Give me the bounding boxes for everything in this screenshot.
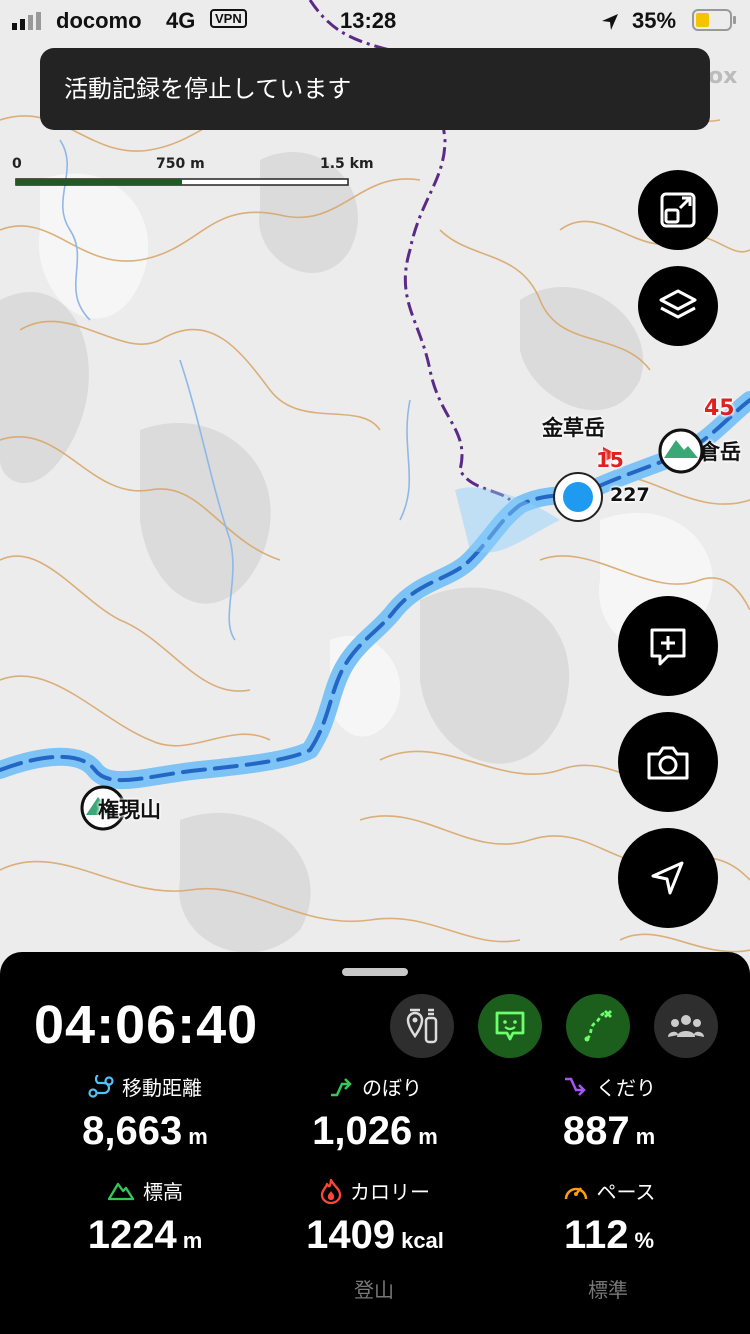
vpn-badge: VPN: [210, 9, 247, 28]
stat-calories: カロリー 1409 kcal: [250, 1176, 500, 1258]
camera-icon: [647, 746, 689, 780]
stat-unit: m: [188, 1124, 208, 1149]
stat-pace: ペース 112%: [484, 1176, 734, 1258]
stat-elevation: 標高 1224 m: [20, 1176, 270, 1258]
status-bar: docomo 4G VPN 13:28 35%: [0, 0, 750, 40]
stat-value: 887: [562, 1109, 630, 1153]
elapsed-time: 04:06:40: [34, 995, 259, 1055]
peak-label-gongenyama[interactable]: 権現山: [98, 794, 161, 824]
message-button[interactable]: [478, 994, 542, 1058]
activity-panel: 04:06:40 移動距離 8,663 m のぼり 1,026 m くだり 88…: [0, 952, 750, 1334]
add-note-button[interactable]: [618, 596, 718, 696]
stat-label: 標高: [143, 1180, 183, 1204]
stat-label: 移動距離: [122, 1076, 202, 1100]
group-button[interactable]: [654, 994, 718, 1058]
navigate-icon: [651, 861, 684, 895]
drag-handle[interactable]: [342, 968, 408, 976]
activity-stopping-toast: 活動記録を停止しています: [40, 48, 710, 130]
expand-icon: [660, 192, 696, 228]
distance-icon: [88, 1074, 114, 1098]
carrier-name: docomo: [56, 8, 142, 33]
stat-label: くだり: [596, 1076, 656, 1100]
current-location-icon: [553, 472, 603, 522]
stat-unit: m: [418, 1124, 438, 1149]
mountain-peak-icon[interactable]: [658, 428, 704, 474]
camera-button[interactable]: [618, 712, 718, 812]
stat-ascent: のぼり 1,026 m: [250, 1072, 500, 1154]
pace-icon: [564, 1186, 587, 1199]
battery-icon: [692, 9, 736, 31]
stat-unit: m: [635, 1124, 656, 1149]
ascent-icon: [331, 1077, 352, 1096]
location-arrow-icon: [602, 14, 618, 30]
clock-time: 13:28: [340, 8, 397, 33]
expand-button[interactable]: [638, 170, 718, 250]
route-number-15: 15: [596, 448, 624, 472]
pace-mode-label: 標準: [588, 1278, 628, 1302]
group-icon: [668, 1015, 704, 1037]
stat-value: 1,026: [312, 1109, 413, 1153]
message-icon: [495, 1011, 525, 1041]
signal-icon: [12, 12, 41, 30]
stat-label: カロリー: [350, 1180, 430, 1204]
stat-value: 112: [563, 1213, 629, 1257]
stat-value: 1224: [87, 1213, 177, 1257]
stat-unit: kcal: [401, 1228, 444, 1253]
network-type: 4G: [166, 8, 196, 33]
altitude-marker: 227: [610, 484, 650, 506]
stat-label: ペース: [596, 1180, 656, 1204]
battery-percent: 35%: [632, 8, 677, 33]
layers-button[interactable]: [638, 266, 718, 346]
peak-label-kanakusadake[interactable]: 金草岳: [542, 412, 605, 442]
stat-unit: %: [634, 1228, 655, 1253]
scale-label-1.5km: 1.5 km: [320, 156, 374, 172]
stat-value: 1409: [306, 1213, 396, 1257]
stat-unit: m: [182, 1228, 203, 1253]
elevation-icon: [107, 1182, 135, 1200]
navigate-button[interactable]: [618, 828, 718, 928]
stat-label: のぼり: [362, 1076, 422, 1100]
layers-icon: [659, 289, 697, 319]
stat-value: 8,663: [82, 1109, 183, 1153]
course-button[interactable]: [566, 994, 630, 1058]
stat-distance: 移動距離 8,663 m: [20, 1072, 270, 1154]
scale-label-750m: 750 m: [156, 156, 205, 172]
route-guide-button[interactable]: [390, 994, 454, 1058]
route-guide-icon: [406, 1008, 438, 1044]
scale-label-0: 0: [12, 156, 22, 172]
route-number-45: 45: [704, 396, 735, 421]
activity-type-label: 登山: [354, 1278, 394, 1302]
course-icon: [584, 1010, 612, 1042]
add-note-icon: [650, 628, 686, 666]
calorie-icon: [320, 1178, 342, 1204]
stat-descent: くだり 887 m: [484, 1072, 734, 1154]
map-attribution: ox: [708, 64, 738, 89]
descent-icon: [565, 1077, 586, 1096]
